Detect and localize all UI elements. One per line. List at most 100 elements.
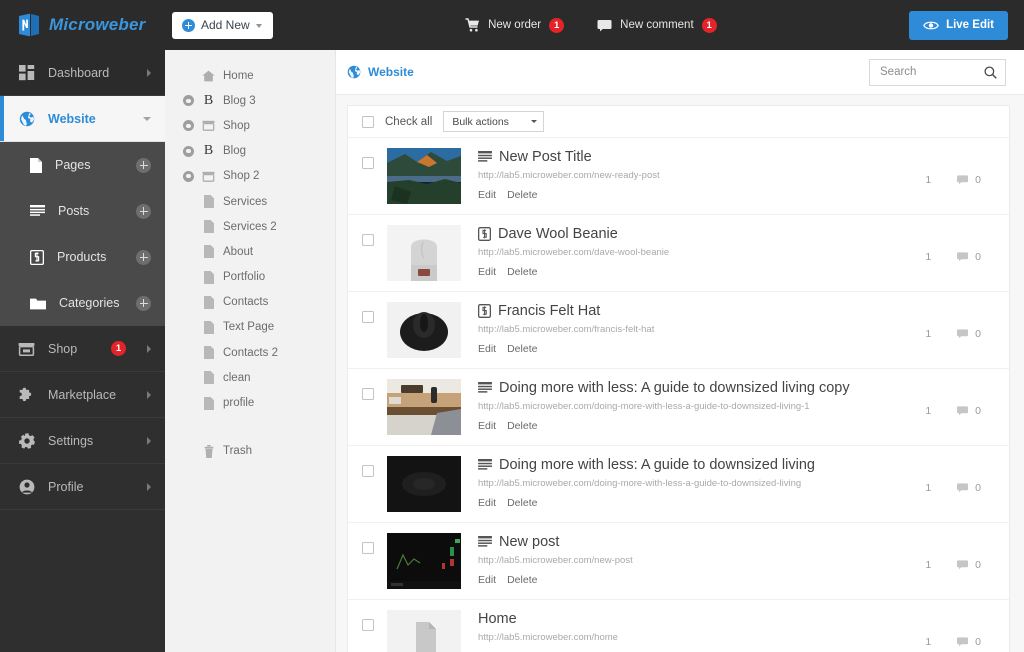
- row-title[interactable]: New post: [499, 534, 559, 550]
- delete-link[interactable]: Delete: [507, 343, 537, 355]
- row-title[interactable]: Doing more with less: A guide to downsiz…: [499, 457, 815, 473]
- comments-count: 0: [975, 174, 981, 186]
- edit-link[interactable]: Edit: [478, 189, 496, 201]
- expand-toggle-icon[interactable]: [183, 120, 194, 132]
- table-row[interactable]: Doing more with less: A guide to downsiz…: [348, 369, 1009, 446]
- edit-link[interactable]: Edit: [478, 420, 496, 432]
- tree-item-text-page[interactable]: Text Page: [165, 315, 335, 340]
- row-checkbox[interactable]: [362, 542, 374, 554]
- delete-link[interactable]: Delete: [507, 189, 537, 201]
- row-url[interactable]: http://lab5.microweber.com/new-ready-pos…: [478, 170, 925, 181]
- check-all-checkbox[interactable]: [362, 115, 374, 128]
- tree-item-home[interactable]: Home: [165, 63, 335, 88]
- sidebar-item-settings[interactable]: Settings: [0, 418, 165, 464]
- row-title-line: Doing more with less: A guide to downsiz…: [478, 380, 925, 396]
- notification-new-order[interactable]: New order 1: [465, 17, 565, 33]
- row-stats: 1 0: [925, 482, 995, 494]
- breadcrumb[interactable]: Website: [347, 65, 414, 79]
- tree-item-label: Portfolio: [223, 271, 266, 284]
- bulk-actions-select[interactable]: Bulk actions: [443, 111, 545, 132]
- tree-item-clean[interactable]: clean: [165, 365, 335, 390]
- row-title[interactable]: New Post Title: [499, 149, 592, 165]
- add-post-icon[interactable]: [136, 203, 151, 219]
- search-icon[interactable]: [984, 65, 997, 79]
- tree-item-services[interactable]: Services: [165, 189, 335, 214]
- row-title[interactable]: Francis Felt Hat: [498, 303, 600, 319]
- edit-link[interactable]: Edit: [478, 497, 496, 509]
- row-actions: Edit Delete: [478, 343, 925, 355]
- delete-link[interactable]: Delete: [507, 497, 537, 509]
- table-row[interactable]: New post http://lab5.microweber.com/new-…: [348, 523, 1009, 600]
- table-row[interactable]: Francis Felt Hat http://lab5.microweber.…: [348, 292, 1009, 369]
- edit-link[interactable]: Edit: [478, 343, 496, 355]
- expand-toggle-icon[interactable]: [183, 145, 194, 157]
- add-new-button[interactable]: Add New: [172, 11, 273, 39]
- add-page-icon[interactable]: [136, 157, 151, 173]
- tree-item-trash[interactable]: Trash: [165, 439, 335, 464]
- sidebar-item-profile[interactable]: Profile: [0, 464, 165, 510]
- comments-count: 0: [975, 405, 981, 417]
- row-title[interactable]: Home: [478, 611, 517, 627]
- row-url[interactable]: http://lab5.microweber.com/dave-wool-bea…: [478, 247, 925, 258]
- sidebar-item-pages[interactable]: Pages: [0, 142, 165, 188]
- notification-new-comment[interactable]: New comment 1: [597, 17, 717, 33]
- table-row[interactable]: Dave Wool Beanie http://lab5.microweber.…: [348, 215, 1009, 292]
- row-checkbox[interactable]: [362, 465, 374, 477]
- sidebar-item-website[interactable]: Website: [0, 96, 165, 142]
- delete-link[interactable]: Delete: [507, 266, 537, 278]
- row-url[interactable]: http://lab5.microweber.com/home: [478, 632, 925, 643]
- notifications: New order 1 New comment 1: [273, 17, 909, 33]
- chevron-right-icon: [147, 390, 151, 399]
- sidebar-item-dashboard[interactable]: Dashboard: [0, 50, 165, 96]
- row-url[interactable]: http://lab5.microweber.com/doing-more-wi…: [478, 478, 925, 489]
- edit-link[interactable]: Edit: [478, 266, 496, 278]
- brand[interactable]: Microweber: [0, 0, 165, 50]
- tree-item-shop[interactable]: Shop: [165, 113, 335, 138]
- row-title[interactable]: Dave Wool Beanie: [498, 226, 618, 242]
- tree-item-label: Trash: [223, 445, 252, 458]
- row-body: Home http://lab5.microweber.com/home Edi…: [478, 610, 925, 652]
- add-category-icon[interactable]: [136, 295, 151, 311]
- table-row[interactable]: New Post Title http://lab5.microweber.co…: [348, 138, 1009, 215]
- sidebar-item-posts[interactable]: Posts: [0, 188, 165, 234]
- edit-link[interactable]: Edit: [478, 574, 496, 586]
- row-url[interactable]: http://lab5.microweber.com/new-post: [478, 555, 925, 566]
- expand-toggle-icon[interactable]: [183, 95, 194, 107]
- folder-icon: [30, 297, 46, 310]
- tree-item-contacts-2[interactable]: Contacts 2: [165, 340, 335, 365]
- tree-item-about[interactable]: About: [165, 239, 335, 264]
- sidebar-item-marketplace[interactable]: Marketplace: [0, 372, 165, 418]
- live-edit-button[interactable]: Live Edit: [909, 10, 1008, 40]
- row-checkbox[interactable]: [362, 619, 374, 631]
- sidebar-item-shop[interactable]: Shop 1: [0, 326, 165, 372]
- tree-item-services-2[interactable]: Services 2: [165, 214, 335, 239]
- delete-link[interactable]: Delete: [507, 420, 537, 432]
- row-checkbox[interactable]: [362, 157, 374, 169]
- row-url[interactable]: http://lab5.microweber.com/doing-more-wi…: [478, 401, 925, 412]
- microweber-logo-icon: [18, 13, 40, 37]
- search-box[interactable]: [869, 58, 1006, 86]
- row-title[interactable]: Doing more with less: A guide to downsiz…: [499, 380, 850, 396]
- row-checkbox[interactable]: [362, 311, 374, 323]
- add-product-icon[interactable]: [136, 249, 151, 265]
- sidebar-item-categories[interactable]: Categories: [0, 280, 165, 326]
- bulk-actions-bar: Check all Bulk actions: [348, 106, 1009, 138]
- row-checkbox[interactable]: [362, 388, 374, 400]
- page-icon: [201, 371, 216, 385]
- gear-icon: [18, 432, 35, 449]
- tree-item-profile[interactable]: profile: [165, 390, 335, 415]
- sidebar-item-products[interactable]: Products: [0, 234, 165, 280]
- row-checkbox[interactable]: [362, 234, 374, 246]
- tree-item-portfolio[interactable]: Portfolio: [165, 265, 335, 290]
- search-input[interactable]: [880, 66, 984, 78]
- tree-item-shop-2[interactable]: Shop 2: [165, 164, 335, 189]
- table-row[interactable]: Home http://lab5.microweber.com/home Edi…: [348, 600, 1009, 652]
- delete-link[interactable]: Delete: [507, 574, 537, 586]
- row-url[interactable]: http://lab5.microweber.com/francis-felt-…: [478, 324, 925, 335]
- tree-item-blog[interactable]: B Blog: [165, 139, 335, 164]
- comments-count: 0: [975, 636, 981, 648]
- table-row[interactable]: Doing more with less: A guide to downsiz…: [348, 446, 1009, 523]
- tree-item-blog-3[interactable]: B Blog 3: [165, 88, 335, 113]
- expand-toggle-icon[interactable]: [183, 170, 194, 182]
- tree-item-contacts[interactable]: Contacts: [165, 290, 335, 315]
